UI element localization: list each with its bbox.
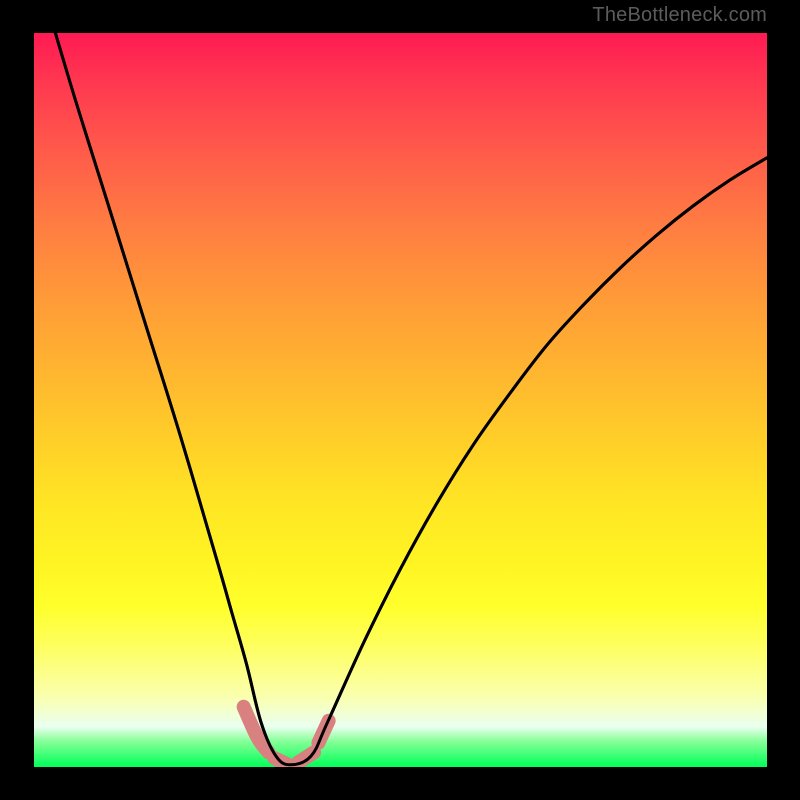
curve-layer [0,0,800,800]
watermark-text: TheBottleneck.com [592,4,767,27]
bottleneck-curve [34,0,767,765]
bottleneck-curve [34,0,767,765]
chart-frame: TheBottleneck.com [0,0,800,800]
